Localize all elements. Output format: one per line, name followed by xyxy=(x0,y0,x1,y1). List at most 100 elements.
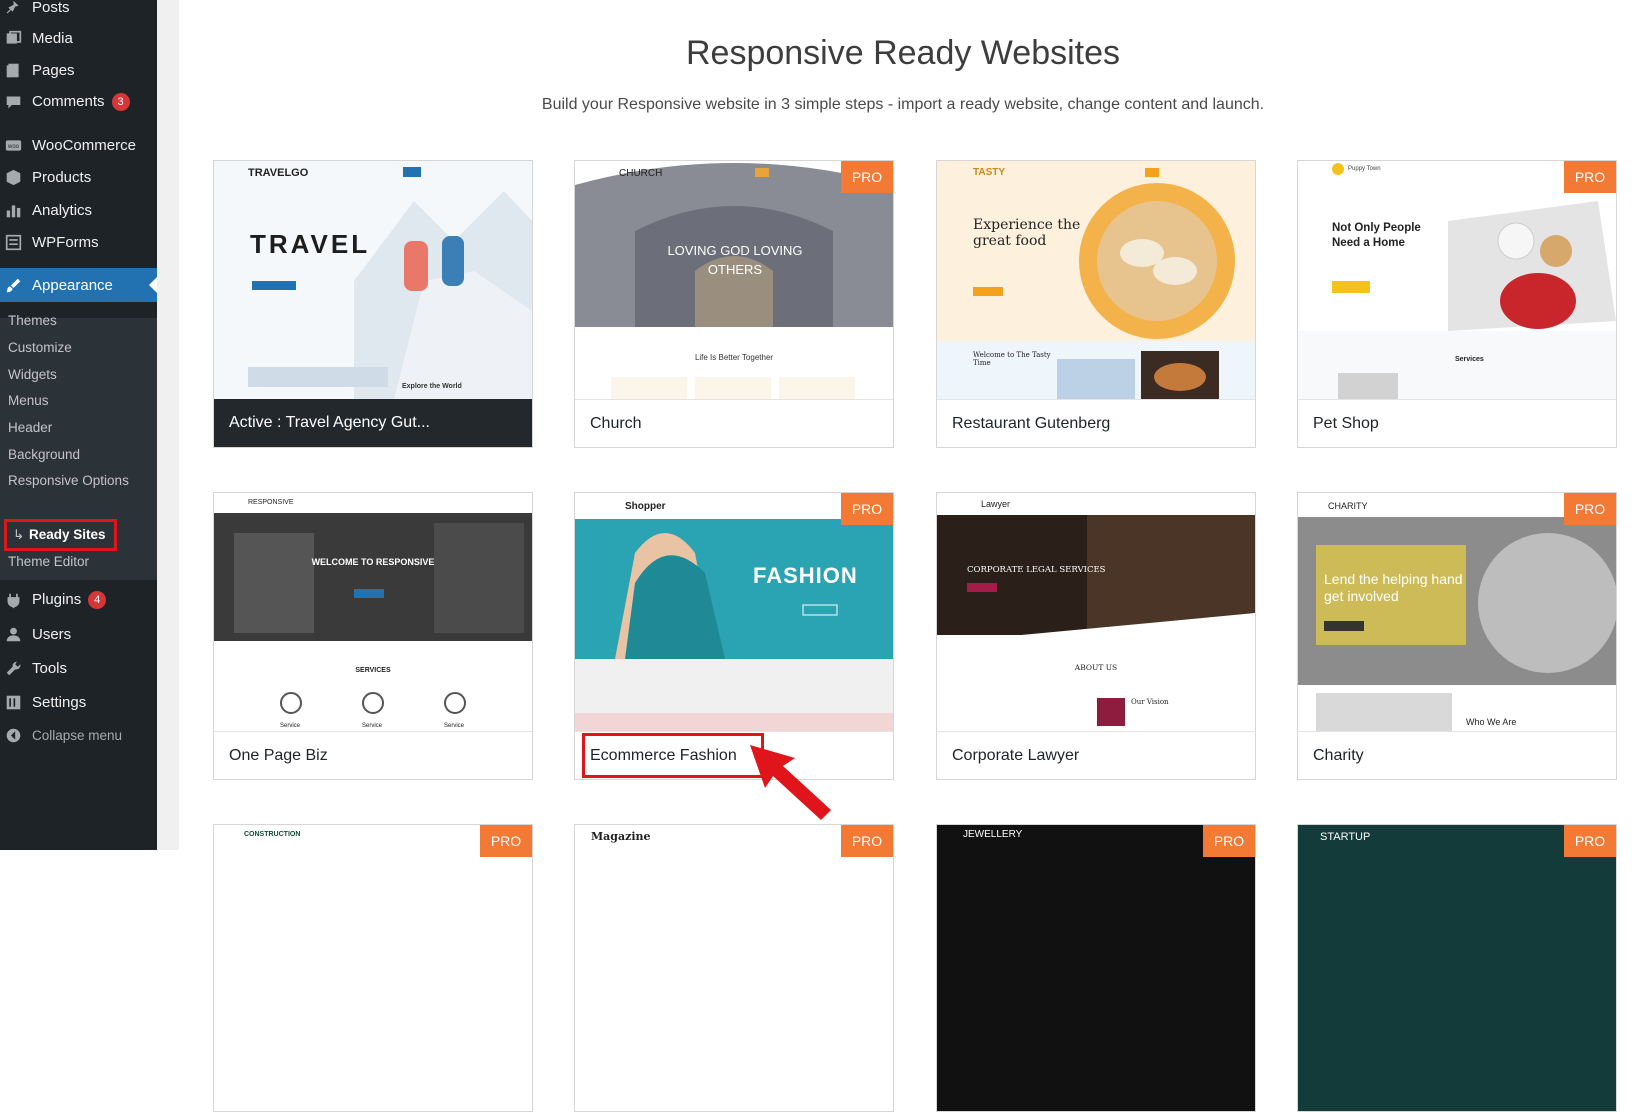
site-name-travel: Active : Travel Agency Gut... xyxy=(214,399,532,447)
menu-woocommerce-label: WooCommerce xyxy=(32,137,136,154)
onepage-preview-image xyxy=(214,493,532,731)
church-hero-text: LOVING GOD LOVING OTHERS xyxy=(655,241,815,279)
menu-analytics-label: Analytics xyxy=(32,202,92,219)
collapse-icon xyxy=(5,727,22,744)
pro-badge: PRO xyxy=(841,161,893,193)
submenu-customize[interactable]: Customize xyxy=(8,340,72,355)
fashion-logo: Shopper xyxy=(625,501,666,512)
submenu-theme-editor[interactable]: Theme Editor xyxy=(8,554,89,569)
petshop-preview-image xyxy=(1298,161,1616,399)
menu-settings-label: Settings xyxy=(32,694,86,711)
church-extra-text: Life Is Better Together xyxy=(575,353,893,362)
form-icon xyxy=(5,234,22,251)
site-card-startup[interactable]: STARTUP PRO xyxy=(1297,824,1617,1112)
menu-media[interactable]: Media xyxy=(0,21,157,55)
site-name-lawyer: Corporate Lawyer xyxy=(937,731,1255,779)
site-card-travel[interactable]: TRAVELGO TRAVEL Explore the World Active… xyxy=(213,160,533,448)
pro-badge: PRO xyxy=(480,825,532,857)
site-card-construction[interactable]: CONSTRUCTION PRO xyxy=(213,824,533,1112)
submenu-themes[interactable]: Themes xyxy=(8,313,57,328)
site-preview-restaurant: TASTY Experience the great food Welcome … xyxy=(937,161,1255,399)
petshop-extra-text: Services xyxy=(1455,356,1484,363)
site-preview-fashion: Shopper FASHION xyxy=(575,493,893,731)
media-icon xyxy=(5,30,22,47)
submenu-responsive-options[interactable]: Responsive Options xyxy=(8,473,129,488)
wrench-icon xyxy=(5,660,22,677)
lawyer-hero-text: CORPORATE LEGAL SERVICES xyxy=(967,565,1106,575)
site-name-church: Church xyxy=(575,399,893,447)
page-title: Responsive Ready Websites xyxy=(157,34,1649,73)
menu-plugins-wrap: Plugins4 xyxy=(32,591,106,609)
pages-icon xyxy=(5,62,22,79)
menu-plugins[interactable]: Plugins4 xyxy=(0,583,157,617)
submenu-widgets[interactable]: Widgets xyxy=(8,367,57,382)
site-card-onepage[interactable]: RESPONSIVE WELCOME TO RESPONSIVE SERVICE… xyxy=(213,492,533,780)
pro-badge: PRO xyxy=(1203,825,1255,857)
menu-wpforms-label: WPForms xyxy=(32,234,99,251)
site-preview-onepage: RESPONSIVE WELCOME TO RESPONSIVE SERVICE… xyxy=(214,493,532,731)
menu-tools-label: Tools xyxy=(32,660,67,677)
charity-hero-text: Lend the helping hand get involved xyxy=(1324,571,1464,605)
site-card-petshop[interactable]: Puppy Town Not Only People Need a Home S… xyxy=(1297,160,1617,448)
onepage-logo: RESPONSIVE xyxy=(248,499,294,506)
comments-count-badge: 3 xyxy=(112,93,130,111)
lawyer-extra-text: ABOUT US xyxy=(937,663,1255,672)
bar-chart-icon xyxy=(5,202,22,219)
menu-pages-label: Pages xyxy=(32,62,75,79)
charity-logo: CHARITY xyxy=(1328,501,1368,511)
menu-products[interactable]: Products xyxy=(0,160,157,194)
travel-preview-image xyxy=(214,161,532,399)
admin-sidebar: Posts Media Pages Comments3 woo WooComme… xyxy=(0,0,157,850)
submenu-header[interactable]: Header xyxy=(8,420,52,435)
submenu-background[interactable]: Background xyxy=(8,447,80,462)
charity-extra-text: Who We Are xyxy=(1466,717,1516,727)
magazine-logo: Magazine xyxy=(591,830,651,843)
lawyer-logo: Lawyer xyxy=(981,499,1010,509)
fashion-hero-text: FASHION xyxy=(753,563,858,589)
menu-analytics[interactable]: Analytics xyxy=(0,193,157,227)
submenu-arrow-icon: ↳ xyxy=(13,522,24,548)
plug-icon xyxy=(5,592,22,609)
submenu-ready-sites-label: Ready Sites xyxy=(29,527,106,542)
user-icon xyxy=(5,626,22,643)
woocommerce-icon: woo xyxy=(5,137,22,154)
menu-appearance[interactable]: Appearance xyxy=(0,268,157,302)
menu-pages[interactable]: Pages xyxy=(0,53,157,87)
jewellery-logo: JEWELLERY xyxy=(963,829,1022,840)
church-logo: CHURCH xyxy=(619,168,662,179)
menu-tools[interactable]: Tools xyxy=(0,651,157,685)
menu-media-label: Media xyxy=(32,30,73,47)
lawyer-preview-image xyxy=(937,493,1255,731)
site-card-magazine[interactable]: Magazine PRO xyxy=(574,824,894,1112)
paintbrush-icon xyxy=(5,277,22,294)
restaurant-hero-text: Experience the great food xyxy=(973,217,1103,249)
restaurant-extra-text: Welcome to The Tasty Time xyxy=(973,351,1053,367)
onepage-hero-text: WELCOME TO RESPONSIVE xyxy=(214,557,532,567)
site-card-church[interactable]: CHURCH LOVING GOD LOVING OTHERS Life Is … xyxy=(574,160,894,448)
submenu-menus[interactable]: Menus xyxy=(8,393,49,408)
site-preview-petshop: Puppy Town Not Only People Need a Home S… xyxy=(1298,161,1616,399)
menu-settings[interactable]: Settings xyxy=(0,685,157,719)
site-card-lawyer[interactable]: Lawyer CORPORATE LEGAL SERVICES ABOUT US… xyxy=(936,492,1256,780)
site-card-restaurant[interactable]: TASTY Experience the great food Welcome … xyxy=(936,160,1256,448)
collapse-menu-button[interactable]: Collapse menu xyxy=(0,718,157,752)
menu-wpforms[interactable]: WPForms xyxy=(0,225,157,259)
submenu-ready-sites[interactable]: ↳ Ready Sites xyxy=(4,519,117,551)
restaurant-logo: TASTY xyxy=(973,167,1005,178)
petshop-logo: Puppy Town xyxy=(1348,166,1381,172)
menu-appearance-label: Appearance xyxy=(32,277,113,294)
construction-logo: CONSTRUCTION xyxy=(244,831,300,838)
onepage-extra-text: SERVICES xyxy=(214,667,532,674)
menu-users[interactable]: Users xyxy=(0,617,157,651)
site-name-restaurant: Restaurant Gutenberg xyxy=(937,399,1255,447)
menu-comments[interactable]: Comments3 xyxy=(0,85,157,119)
church-preview-image xyxy=(575,161,893,399)
lawyer-extra-text-2: Our Vision xyxy=(1131,698,1169,706)
collapse-menu-label: Collapse menu xyxy=(32,728,122,743)
site-card-jewellery[interactable]: JEWELLERY PRO xyxy=(936,824,1256,1112)
fashion-preview-image xyxy=(575,493,893,731)
site-card-charity[interactable]: CHARITY Lend the helping hand get involv… xyxy=(1297,492,1617,780)
plugins-count-badge: 4 xyxy=(88,591,106,609)
startup-logo: STARTUP xyxy=(1320,831,1370,843)
menu-woocommerce[interactable]: woo WooCommerce xyxy=(0,128,157,162)
